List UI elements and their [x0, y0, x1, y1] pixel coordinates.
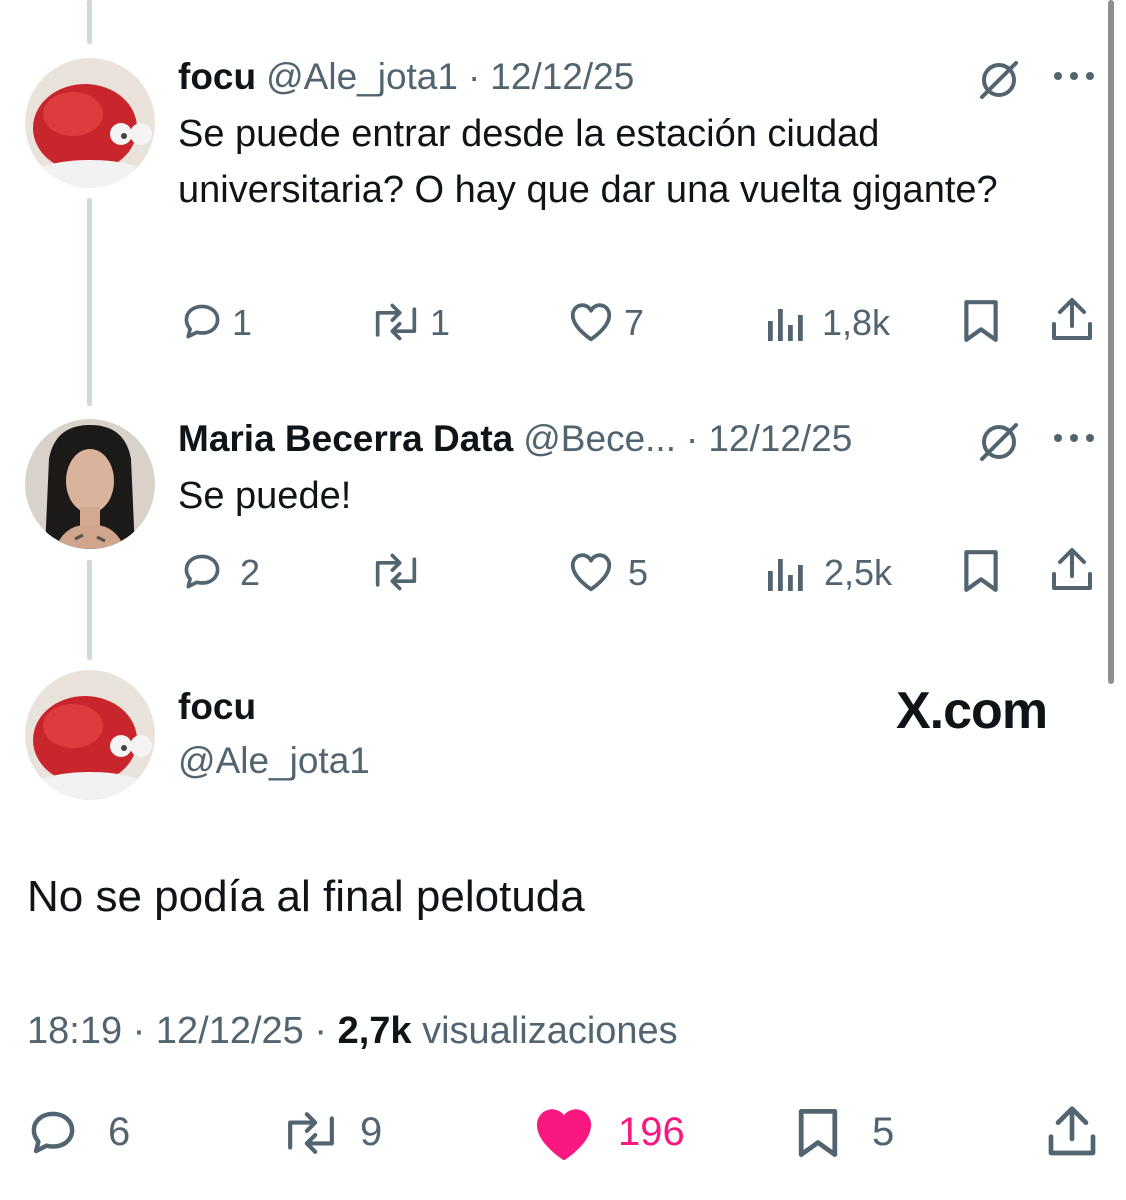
- thread-line-1: [87, 198, 92, 406]
- like-count: 7: [624, 302, 645, 343]
- tweet-date[interactable]: 12/12/25: [156, 1010, 304, 1052]
- avatar[interactable]: [25, 58, 155, 188]
- grok-icon[interactable]: [976, 57, 1022, 103]
- watermark: X.com: [896, 682, 1048, 740]
- views-count: 1,8k: [822, 302, 891, 343]
- reply-icon[interactable]: [180, 550, 224, 594]
- avatar[interactable]: [25, 419, 155, 549]
- separator: ·: [685, 418, 699, 459]
- reply-count: 6: [108, 1110, 131, 1154]
- bookmark-count: 5: [872, 1110, 895, 1154]
- tweet-1-header: focu @Ale_jota1 · 12/12/25: [178, 56, 634, 98]
- bookmark-icon[interactable]: [960, 548, 1002, 594]
- reply-icon[interactable]: [180, 300, 224, 344]
- retweet-icon[interactable]: [278, 1108, 344, 1158]
- views-count[interactable]: 2,7k: [338, 1010, 412, 1052]
- retweet-count: 1: [430, 302, 451, 343]
- share-icon[interactable]: [1050, 296, 1094, 344]
- grok-icon[interactable]: [976, 419, 1022, 465]
- reply-count: 2: [240, 552, 261, 593]
- like-count: 5: [628, 552, 649, 593]
- retweet-icon[interactable]: [368, 550, 424, 594]
- display-name[interactable]: Maria Becerra Data: [178, 418, 513, 460]
- bookmark-icon[interactable]: [960, 298, 1002, 344]
- views-label: visualizaciones: [422, 1010, 678, 1052]
- tweet-date[interactable]: 12/12/25: [708, 418, 852, 460]
- display-name[interactable]: focu: [178, 686, 256, 728]
- user-handle[interactable]: @Ale_jota1: [266, 56, 458, 98]
- tweet-2-header: Maria Becerra Data @Bece... · 12/12/25: [178, 418, 852, 460]
- display-name[interactable]: focu: [178, 56, 256, 98]
- like-icon[interactable]: [532, 1104, 596, 1162]
- tweet-date[interactable]: 12/12/25: [490, 56, 634, 98]
- scrollbar[interactable]: [1108, 0, 1114, 684]
- tweet-text: Se puede!: [178, 475, 352, 517]
- share-icon[interactable]: [1050, 546, 1094, 594]
- more-icon[interactable]: [1052, 432, 1096, 444]
- views-icon[interactable]: [766, 553, 806, 591]
- bookmark-icon[interactable]: [794, 1106, 842, 1160]
- reply-count: 1: [232, 302, 253, 343]
- like-count: 196: [618, 1110, 685, 1154]
- views-count: 2,5k: [824, 552, 893, 593]
- tweet-time[interactable]: 18:19: [27, 1010, 122, 1052]
- thread-line-top: [87, 0, 92, 44]
- separator: ·: [314, 1010, 328, 1052]
- tweet-stats: 18:19 · 12/12/25 · 2,7k visualizaciones: [27, 1010, 678, 1053]
- views-icon[interactable]: [766, 303, 806, 341]
- separator: ·: [132, 1010, 146, 1052]
- tweet-text: No se podía al final pelotuda: [27, 872, 585, 921]
- user-handle[interactable]: @Ale_jota1: [178, 740, 370, 782]
- avatar[interactable]: [25, 670, 155, 800]
- retweet-icon[interactable]: [368, 300, 424, 344]
- thread-line-2: [87, 560, 92, 660]
- like-icon[interactable]: [568, 549, 614, 593]
- retweet-count: 9: [360, 1110, 383, 1154]
- like-icon[interactable]: [568, 299, 614, 343]
- reply-icon[interactable]: [26, 1106, 80, 1160]
- share-icon[interactable]: [1046, 1104, 1098, 1160]
- more-icon[interactable]: [1052, 70, 1096, 82]
- tweet-text: Se puede entrar desde la estación ciudad…: [178, 113, 998, 211]
- user-handle[interactable]: @Bece...: [523, 418, 676, 460]
- separator: ·: [467, 56, 481, 97]
